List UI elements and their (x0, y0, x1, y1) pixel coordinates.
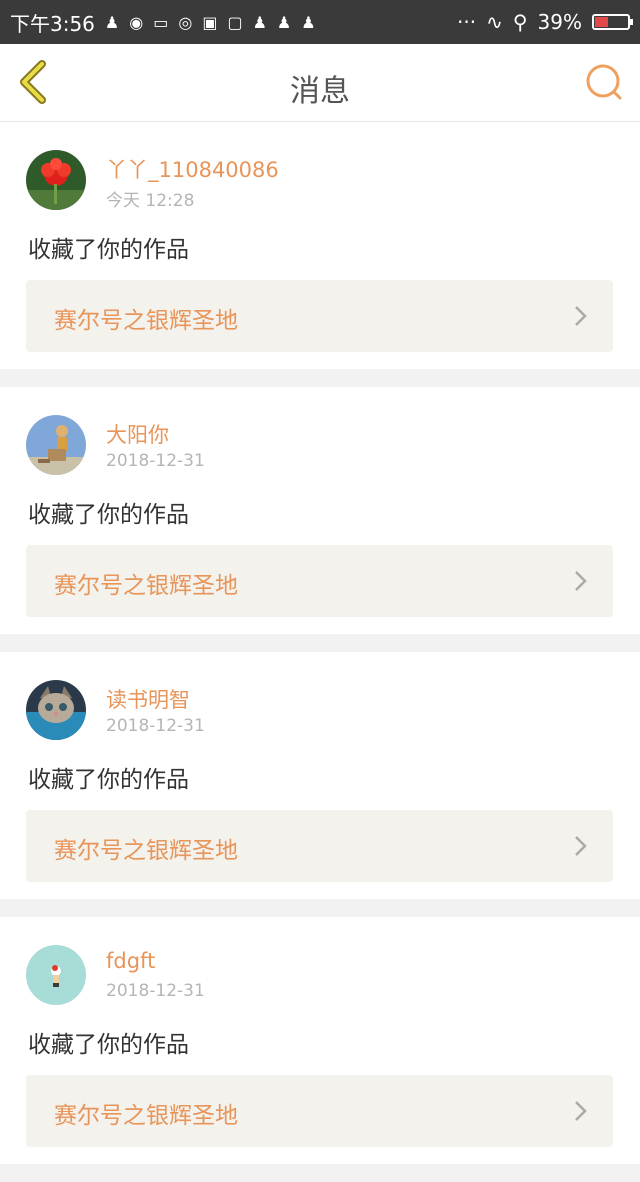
username[interactable]: 大阳你 (106, 419, 169, 449)
status-time: 下午3:56 (10, 11, 95, 36)
work-link[interactable]: 赛尔号之银辉圣地 (26, 810, 613, 882)
search-icon[interactable] (584, 62, 624, 102)
battery-percent: 39% (537, 10, 582, 34)
work-link[interactable]: 赛尔号之银辉圣地 (26, 280, 613, 352)
action-text: 收藏了你的作品 (28, 767, 189, 793)
notification-icon: ♟ (252, 12, 267, 32)
notification-icons: ♟ ◉ ▭ ◎ ▣ ▢ ♟ ♟ ♟ (105, 13, 316, 32)
battery-fill (595, 17, 609, 27)
kitten-avatar[interactable] (26, 680, 86, 740)
notification-icon: ♟ (276, 12, 292, 32)
nav-bar: 消息 (0, 44, 640, 122)
status-bar: 下午3:56 ♟ ◉ ▭ ◎ ▣ ▢ ♟ ♟ ♟ ··· ∿ ⚲ 39% (0, 0, 640, 44)
message-card: fdgft 2018-12-31 收藏了你的作品 赛尔号之银辉圣地 (0, 917, 640, 1164)
action-text: 收藏了你的作品 (28, 237, 189, 263)
notification-icon: ♟ (301, 12, 316, 32)
work-link[interactable]: 赛尔号之银辉圣地 (26, 545, 613, 617)
calendar-icon: ▢ (227, 12, 243, 32)
chevron-right-icon (575, 306, 587, 326)
username[interactable]: 丫丫_110840086 (106, 154, 279, 184)
action-text: 收藏了你的作品 (28, 1032, 189, 1058)
more-dots: ··· (457, 10, 477, 34)
username[interactable]: 读书明智 (106, 684, 190, 714)
weibo-icon: ◎ (178, 12, 193, 32)
message-card: 丫丫_110840086 今天 12:28 收藏了你的作品 赛尔号之银辉圣地 (0, 122, 640, 369)
message-card: 读书明智 2018-12-31 收藏了你的作品 赛尔号之银辉圣地 (0, 652, 640, 899)
username[interactable]: fdgft (106, 949, 155, 973)
page-title: 消息 (290, 74, 350, 109)
message-icon: ▭ (153, 12, 169, 32)
work-title: 赛尔号之银辉圣地 (54, 1103, 238, 1129)
chevron-right-icon (575, 571, 587, 591)
cartoon-avatar[interactable] (26, 945, 86, 1005)
mi-icon: ▣ (202, 12, 218, 32)
work-title: 赛尔号之银辉圣地 (54, 573, 238, 599)
message-card: 大阳你 2018-12-31 收藏了你的作品 赛尔号之银辉圣地 (0, 387, 640, 634)
notification-icon: ♟ (104, 12, 120, 32)
wechat-icon: ◉ (129, 12, 144, 32)
action-text: 收藏了你的作品 (28, 502, 189, 528)
signal-icon: ∿ (486, 10, 503, 34)
battery-icon (592, 14, 633, 30)
chevron-right-icon (575, 1101, 587, 1121)
message-time: 2018-12-31 (106, 981, 205, 1001)
work-title: 赛尔号之银辉圣地 (54, 308, 238, 334)
work-link[interactable]: 赛尔号之银辉圣地 (26, 1075, 613, 1147)
sky-figure-avatar[interactable] (26, 415, 86, 475)
red-flower-avatar[interactable] (26, 150, 86, 210)
message-time: 今天 12:28 (106, 191, 195, 211)
message-list: 丫丫_110840086 今天 12:28 收藏了你的作品 赛尔号之银辉圣地 大… (0, 122, 640, 1182)
chevron-right-icon (575, 836, 587, 856)
message-time: 2018-12-31 (106, 716, 205, 736)
message-time: 2018-12-31 (106, 451, 205, 471)
bike-icon: ⚲ (512, 10, 528, 34)
work-title: 赛尔号之银辉圣地 (54, 838, 238, 864)
